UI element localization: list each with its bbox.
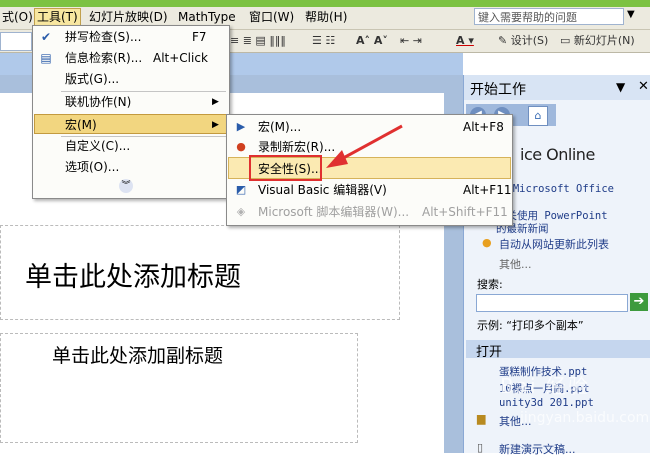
design-button[interactable]: ✎ 设计(S) <box>498 33 548 49</box>
subtitle-placeholder[interactable]: 单击此处添加副标题 <box>52 341 223 368</box>
watermark-url: jingyan.baidu.com <box>520 410 650 426</box>
menu-mathtype[interactable]: MathType <box>176 9 238 26</box>
submenu-arrow-icon: ▶ <box>212 97 219 107</box>
title-placeholder[interactable]: 单击此处添加标题 <box>25 255 241 294</box>
search-example: 示例: “打印多个副本” <box>477 319 584 332</box>
record-icon: ● <box>236 140 246 153</box>
close-icon[interactable]: ✕ <box>638 79 649 94</box>
research-icon: ▤ <box>40 51 52 65</box>
menu-item-vb-editor[interactable]: ◩ Visual Basic 编辑器(V) Alt+F11 <box>228 179 512 201</box>
menu-format[interactable]: 式(O) <box>0 9 35 26</box>
folder-icon: ▆ <box>477 412 486 425</box>
tools-menu: ✔ 拼写检查(S)... F7 ▤ 信息检索(R)... Alt+Click 版… <box>32 25 230 199</box>
search-input[interactable] <box>476 294 628 312</box>
menu-item-customize[interactable]: 自定义(C)... <box>34 136 228 156</box>
menu-item-spelling[interactable]: ✔ 拼写检查(S)... F7 <box>34 27 228 47</box>
help-dropdown-icon[interactable]: ▼ <box>627 9 635 20</box>
watermark-logo: Bai 经验 <box>500 374 590 398</box>
expand-menu-icon[interactable]: ︾ <box>119 179 133 193</box>
menu-slideshow[interactable]: 幻灯片放映(D) <box>87 9 170 26</box>
font-size-icons[interactable]: A˄ A˅ <box>356 33 388 49</box>
menu-item-script-editor: ◈ Microsoft 脚本编辑器(W)... Alt+Shift+F11 <box>228 201 511 223</box>
link-microsoft-office[interactable]: 到 Microsoft Office <box>496 181 614 196</box>
indent-icons[interactable]: ⇤ ⇥ <box>400 33 422 49</box>
list-icons[interactable]: ☰ ☷ <box>312 33 335 49</box>
new-slide-button[interactable]: ▭ 新幻灯片(N) <box>560 33 635 49</box>
font-color-icon[interactable]: A ▾ <box>456 33 474 49</box>
link-auto-update[interactable]: 自动从网站更新此列表 <box>499 236 609 252</box>
task-pane-title: 开始工作 <box>470 82 526 98</box>
play-icon: ▶ <box>236 120 246 133</box>
menu-item-macro[interactable]: 宏(M) ▶ <box>34 114 228 134</box>
align-icons[interactable]: ≡ ≣ ▤ ‖‖‖ <box>230 33 286 49</box>
help-search-input[interactable]: 键入需要帮助的问题 <box>474 8 624 25</box>
open-section-title: 打开 <box>476 345 503 360</box>
menu-help[interactable]: 帮助(H) <box>303 9 349 26</box>
spelling-icon: ✔ <box>40 30 52 44</box>
window-title-strip <box>0 0 650 7</box>
annotation-arrow <box>326 124 403 168</box>
menu-item-research[interactable]: ▤ 信息检索(R)... Alt+Click <box>34 48 228 68</box>
document-icon: ▯ <box>477 441 484 454</box>
script-editor-icon: ◈ <box>236 205 246 218</box>
menu-item-layout[interactable]: 版式(G)... <box>34 69 228 89</box>
new-presentation-link[interactable]: 新建演示文稿... <box>499 441 576 457</box>
task-pane-dropdown-icon[interactable]: ▼ <box>616 80 625 94</box>
menu-item-options[interactable]: 选项(O)... <box>34 157 228 177</box>
highlight-box <box>249 155 322 181</box>
menu-window[interactable]: 窗口(W) <box>247 9 296 26</box>
vb-editor-icon: ◩ <box>235 183 247 196</box>
menu-item-online-collab[interactable]: 联机协作(N) ▶ <box>34 92 228 112</box>
font-box[interactable] <box>0 32 32 51</box>
link-more[interactable]: 其他... <box>499 256 532 272</box>
home-icon[interactable]: ⌂ <box>528 106 548 126</box>
bullet-icon: ● <box>482 236 492 249</box>
submenu-arrow-icon: ▶ <box>212 120 219 130</box>
search-go-icon[interactable]: ➔ <box>630 293 648 311</box>
office-online-logo: ice Online <box>520 145 595 164</box>
search-label: 搜索: <box>477 278 503 291</box>
